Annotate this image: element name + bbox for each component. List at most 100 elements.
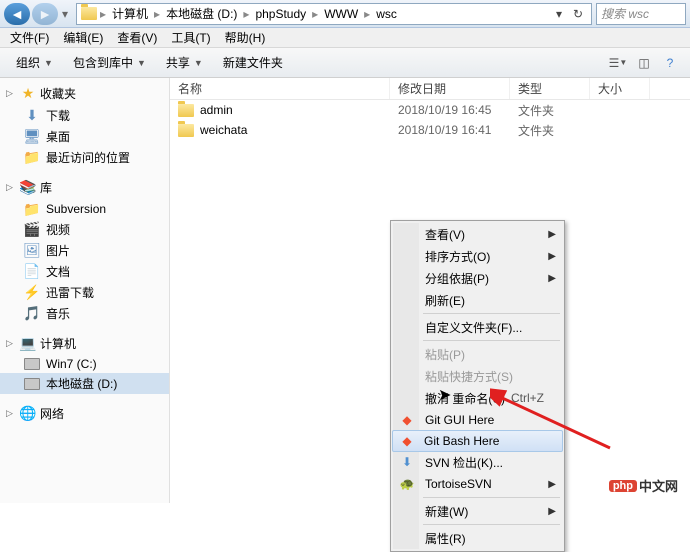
ctx-customize-folder[interactable]: 自定义文件夹(F)... [393,316,562,338]
sidebar-item-downloads[interactable]: ⬇下载 [0,105,169,126]
address-dropdown-button[interactable]: ▾ [550,5,568,23]
sidebar-item-drive-d[interactable]: 本地磁盘 (D:) [0,373,169,394]
ctx-svn-checkout[interactable]: ⬇SVN 检出(K)... [393,451,562,473]
address-bar[interactable]: ▸ 计算机 ▸ 本地磁盘 (D:) ▸ phpStudy ▸ WWW ▸ wsc… [76,3,592,25]
sidebar-item-documents[interactable]: 📄文档 [0,261,169,282]
desktop-icon: 🖥 [24,129,40,145]
svn-icon: ⬇ [399,454,415,470]
submenu-arrow-icon: ▶ [548,251,556,262]
submenu-arrow-icon: ▶ [548,506,556,517]
folder-icon: 📁 [24,201,40,217]
search-input[interactable]: 搜索 wsc [596,3,686,25]
menu-view[interactable]: 查看(V) [111,27,163,48]
column-headers: 名称 修改日期 类型 大小 [170,78,690,100]
sidebar-favorites-header[interactable]: ▷★收藏夹 [0,82,169,105]
watermark: php 中文网 [603,474,684,497]
music-icon: 🎵 [24,306,40,322]
sidebar-network-header[interactable]: ▷🌐网络 [0,402,169,425]
breadcrumb-computer[interactable]: 计算机 [109,5,151,22]
menu-edit[interactable]: 编辑(E) [57,27,109,48]
picture-icon: 🖼 [24,243,40,259]
watermark-logo: php [609,480,637,492]
library-icon: 📚 [20,180,36,196]
column-date[interactable]: 修改日期 [390,78,510,99]
nav-forward-button[interactable]: ► [32,3,58,25]
file-name: weichata [200,123,247,137]
column-name[interactable]: 名称 [170,78,390,99]
nav-back-button[interactable]: ◄ [4,3,30,25]
include-library-button[interactable]: 包含到库中▼ [65,51,154,74]
file-type: 文件夹 [510,122,590,139]
ctx-properties[interactable]: 属性(R) [393,527,562,549]
sidebar-item-recent[interactable]: 📁最近访问的位置 [0,147,169,168]
breadcrumb-phpstudy[interactable]: phpStudy [252,7,309,21]
file-list-area[interactable]: 名称 修改日期 类型 大小 admin 2018/10/19 16:45 文件夹… [170,78,690,503]
ctx-tortoise-svn[interactable]: 🐢TortoiseSVN▶ [393,473,562,495]
refresh-button[interactable]: ↻ [569,5,587,23]
chevron-down-icon: ▼ [194,58,203,68]
chevron-right-icon[interactable]: ▸ [242,7,250,21]
chevron-right-icon[interactable]: ▸ [363,7,371,21]
computer-icon: 💻 [20,336,36,352]
chevron-right-icon[interactable]: ▸ [311,7,319,21]
sidebar-libraries-header[interactable]: ▷📚库 [0,176,169,199]
column-size[interactable]: 大小 [590,78,650,99]
ctx-paste-shortcut: 粘贴快捷方式(S) [393,365,562,387]
download-icon: ⬇ [24,108,40,124]
preview-pane-button[interactable]: ◫ [632,52,656,74]
menu-help[interactable]: 帮助(H) [219,27,272,48]
table-row[interactable]: weichata 2018/10/19 16:41 文件夹 [170,120,690,140]
ctx-sort[interactable]: 排序方式(O)▶ [393,245,562,267]
folder-icon [178,104,194,117]
ctx-group[interactable]: 分组依据(P)▶ [393,267,562,289]
ctx-git-gui[interactable]: ◆Git GUI Here [393,409,562,431]
share-button[interactable]: 共享▼ [158,51,211,74]
table-row[interactable]: admin 2018/10/19 16:45 文件夹 [170,100,690,120]
main-area: ▷★收藏夹 ⬇下载 🖥桌面 📁最近访问的位置 ▷📚库 📁Subversion 🎬… [0,78,690,503]
git-icon: ◆ [399,433,415,449]
file-date: 2018/10/19 16:41 [390,123,510,137]
breadcrumb-wsc[interactable]: wsc [373,7,400,21]
menu-tools[interactable]: 工具(T) [165,27,216,48]
new-folder-button[interactable]: 新建文件夹 [215,51,291,74]
ctx-new[interactable]: 新建(W)▶ [393,500,562,522]
breadcrumb-drive[interactable]: 本地磁盘 (D:) [163,5,240,22]
star-icon: ★ [20,86,36,102]
document-icon: 📄 [24,264,40,280]
submenu-arrow-icon: ▶ [548,273,556,284]
view-options-button[interactable]: ☰ ▼ [606,52,630,74]
chevron-right-icon[interactable]: ▸ [99,7,107,21]
sidebar-item-drive-c[interactable]: Win7 (C:) [0,355,169,373]
sidebar-item-desktop[interactable]: 🖥桌面 [0,126,169,147]
sidebar-computer-header[interactable]: ▷💻计算机 [0,332,169,355]
menu-file[interactable]: 文件(F) [4,27,55,48]
ctx-undo[interactable]: 撤消 重命名(U)Ctrl+Z [393,387,562,409]
ctx-git-bash[interactable]: ◆Git Bash Here [392,430,563,452]
file-name: admin [200,103,233,117]
sidebar-item-pictures[interactable]: 🖼图片 [0,240,169,261]
menubar: 文件(F) 编辑(E) 查看(V) 工具(T) 帮助(H) [0,28,690,48]
ctx-paste: 粘贴(P) [393,343,562,365]
help-button[interactable]: ? [658,52,682,74]
video-icon: 🎬 [24,222,40,238]
ctx-refresh[interactable]: 刷新(E) [393,289,562,311]
ctx-view[interactable]: 查看(V)▶ [393,223,562,245]
sidebar-item-subversion[interactable]: 📁Subversion [0,199,169,219]
sidebar-item-thunder[interactable]: ⚡迅雷下载 [0,282,169,303]
sidebar: ▷★收藏夹 ⬇下载 🖥桌面 📁最近访问的位置 ▷📚库 📁Subversion 🎬… [0,78,170,503]
folder-icon [81,7,97,20]
organize-button[interactable]: 组织▼ [8,51,61,74]
nav-history-dropdown[interactable]: ▾ [58,3,72,25]
sidebar-item-videos[interactable]: 🎬视频 [0,219,169,240]
sidebar-item-music[interactable]: 🎵音乐 [0,303,169,324]
shortcut-label: Ctrl+Z [511,391,544,405]
drive-icon [24,378,40,390]
network-icon: 🌐 [20,406,36,422]
recent-icon: 📁 [24,150,40,166]
breadcrumb-www[interactable]: WWW [321,7,361,21]
submenu-arrow-icon: ▶ [548,229,556,240]
chevron-right-icon[interactable]: ▸ [153,7,161,21]
drive-icon [24,358,40,370]
watermark-text: 中文网 [639,476,678,495]
column-type[interactable]: 类型 [510,78,590,99]
